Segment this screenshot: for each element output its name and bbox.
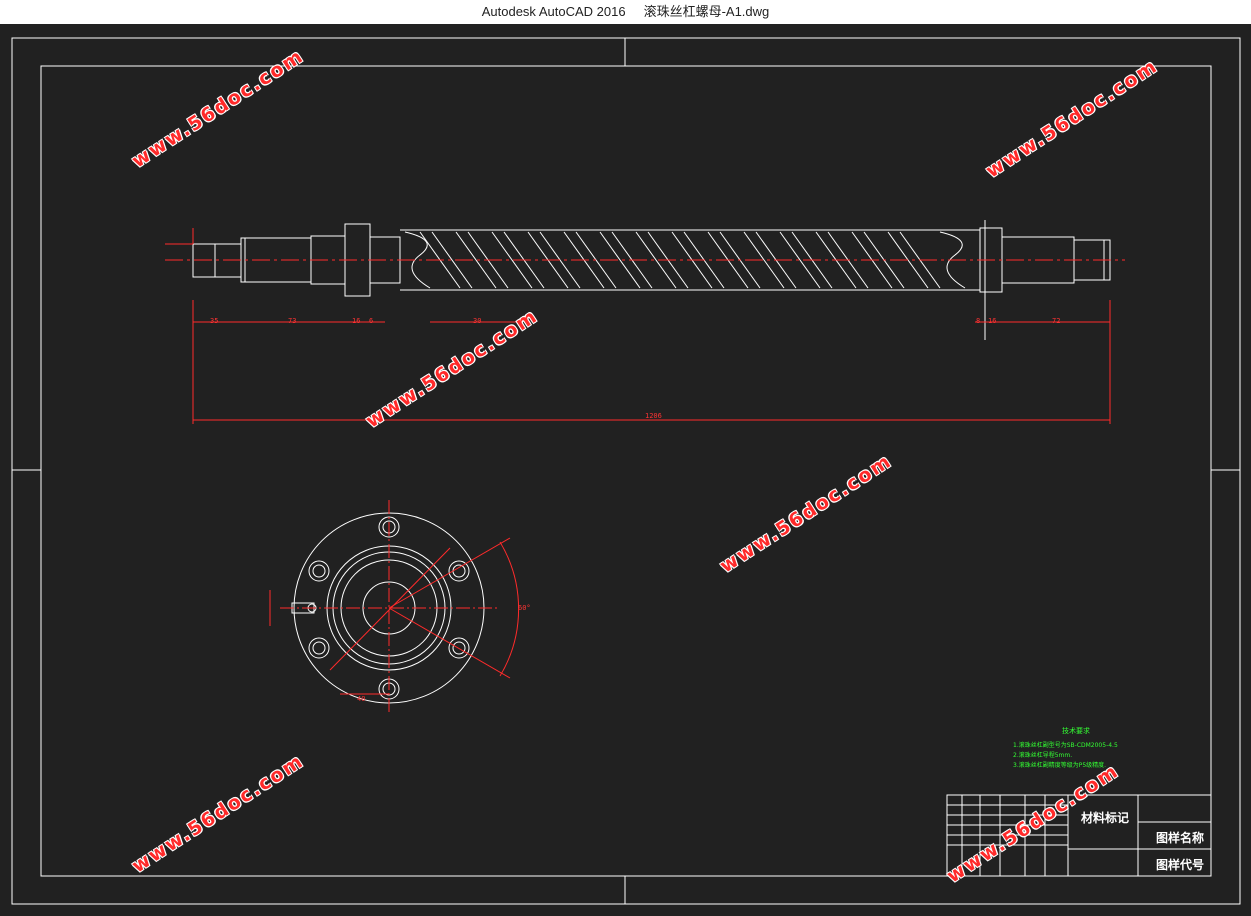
dim-40: 40 — [357, 695, 366, 703]
tech-req-line-1: 1.滚珠丝杠副型号为SB-CDM2005-4.5 — [1013, 742, 1118, 749]
tech-req-title: 技术要求 — [1062, 727, 1090, 735]
dim-8: 8 — [976, 317, 981, 325]
dim-total: 1206 — [645, 412, 662, 420]
dim-72: 72 — [1052, 317, 1061, 325]
drawing-frame — [11, 37, 1241, 905]
app-name: Autodesk AutoCAD 2016 — [481, 4, 626, 19]
dim-16a: 16 — [352, 317, 361, 325]
dim-angle: 60° — [518, 604, 531, 612]
material-label: 材料标记 — [1081, 811, 1130, 825]
dimension-lines — [165, 228, 1111, 424]
title-bar: Autodesk AutoCAD 2016 滚珠丝杠螺母-A1.dwg — [0, 0, 1251, 24]
dim-73: 73 — [288, 317, 297, 325]
flange-centerlines — [269, 500, 520, 715]
dim-35: 35 — [210, 317, 219, 325]
drawing-code-label: 图样代号 — [1156, 858, 1205, 872]
dim-30: 30 — [473, 317, 482, 325]
drawing-svg — [11, 37, 1241, 905]
drawing-canvas[interactable]: 35 73 16 6 30 8 16 72 1206 60° 40 技术要求 1… — [0, 24, 1251, 916]
dim-16b: 16 — [988, 317, 997, 325]
drawing-name-label: 图样名称 — [1156, 831, 1205, 845]
tech-req-line-2: 2.滚珠丝杠导程5mm. — [1013, 752, 1073, 759]
tech-req-line-3: 3.滚珠丝杠副精度等级为P5级精度. — [1013, 762, 1107, 769]
file-name: 滚珠丝杠螺母-A1.dwg — [643, 4, 770, 19]
dim-6: 6 — [369, 317, 374, 325]
